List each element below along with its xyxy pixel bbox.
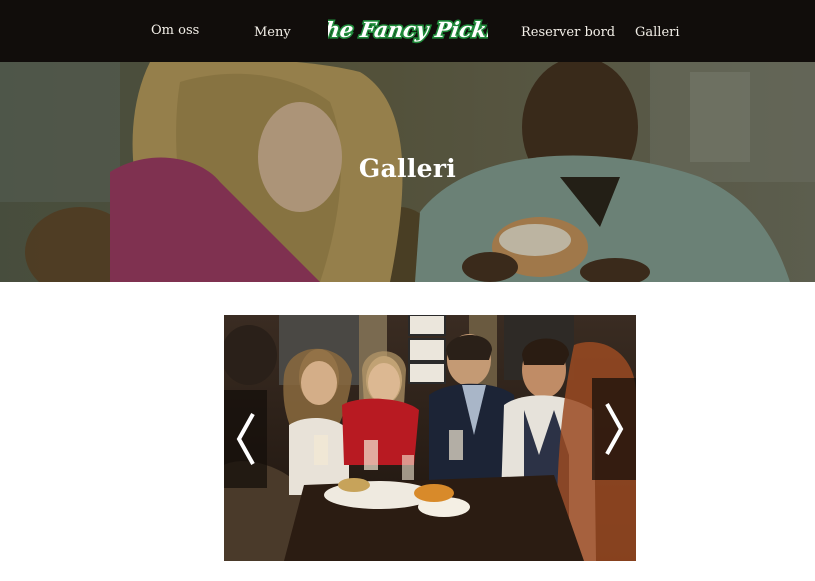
- chevron-right-icon: [605, 403, 624, 455]
- gallery-photo: [224, 315, 636, 561]
- carousel-next-button[interactable]: [592, 378, 636, 480]
- nav-link-gallery[interactable]: Galleri: [635, 25, 680, 40]
- page-title: Galleri: [358, 154, 457, 183]
- top-navbar: Om oss Meny The Fancy Pickle Reserver bo…: [0, 0, 815, 62]
- hero-banner: Galleri: [0, 62, 815, 282]
- nav-link-about[interactable]: Om oss: [151, 23, 199, 38]
- nav-link-menu[interactable]: Meny: [254, 25, 291, 40]
- svg-text:The Fancy Pickle: The Fancy Pickle: [328, 17, 488, 42]
- carousel-prev-button[interactable]: [224, 390, 267, 488]
- gallery-carousel: [224, 315, 636, 561]
- brand-logo-wordmark: The Fancy Pickle: [328, 15, 488, 43]
- brand-logo[interactable]: The Fancy Pickle: [328, 12, 488, 48]
- nav-link-reserve-table[interactable]: Reserver bord: [521, 25, 615, 40]
- chevron-left-icon: [236, 413, 255, 465]
